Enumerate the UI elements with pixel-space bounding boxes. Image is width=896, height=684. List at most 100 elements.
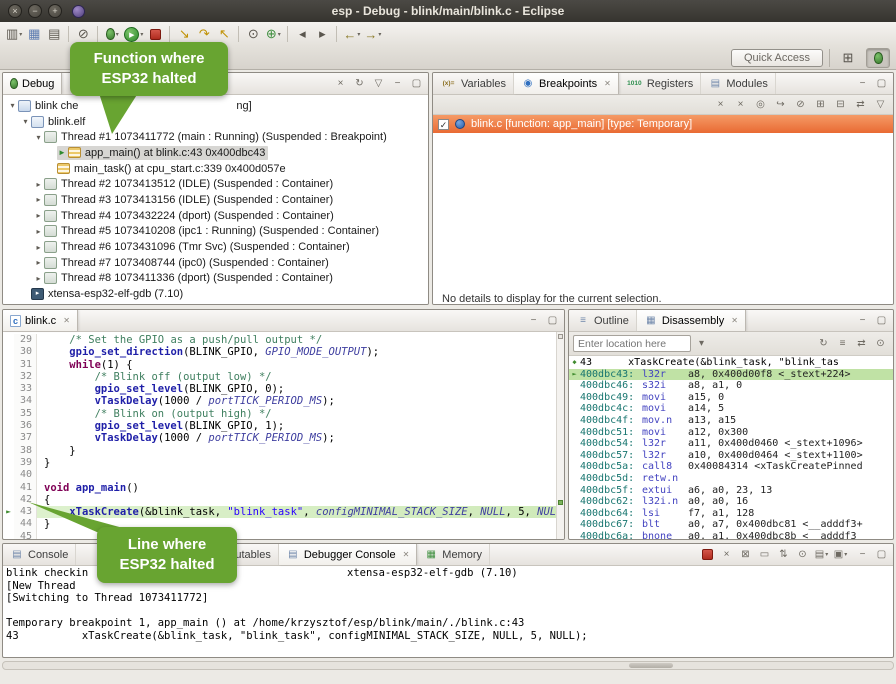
line-number[interactable]: 41 [14,482,37,494]
tab-close-icon[interactable]: ✕ [403,550,410,559]
disasm-line[interactable]: ►400dbc43:l32ra8, 0x400d00f8 <_stext+224… [569,369,893,381]
tab-disassembly[interactable]: ▦Disassembly✕ [637,310,746,331]
disasm-source-line[interactable]: ◆43 xTaskCreate(&blink_task, "blink_tas [569,357,893,369]
minimize-icon[interactable]: − [525,313,542,329]
overview-ruler[interactable] [556,332,564,539]
scrollbar-thumb[interactable] [629,663,673,668]
next-annotation-icon[interactable]: ▸ [312,24,332,44]
show-source-icon[interactable]: ≡ [834,336,851,352]
twisty-icon[interactable]: ▸ [33,180,44,189]
skip-breakpoints-icon[interactable]: ⊘ [73,24,93,44]
print-icon[interactable]: ▤ [44,24,64,44]
restart-icon[interactable]: ↻ [351,76,368,92]
maximize-icon[interactable]: ▢ [873,547,890,563]
minimize-icon[interactable]: − [854,76,871,92]
code-line[interactable]: 41void app_main() [3,482,556,494]
code-line[interactable]: 35 /* Blink on (output high) */ [3,408,556,420]
open-perspective-icon[interactable]: ⊞ [836,48,860,68]
step-into-icon[interactable]: ↘ [174,24,194,44]
minimize-icon[interactable]: − [854,547,871,563]
twisty-icon[interactable]: ▸ [33,195,44,204]
remove-terminated-icon[interactable]: × [332,76,349,92]
tab-variables[interactable]: (x)=Variables [433,73,514,94]
debug-tree-row[interactable]: ▸Thread #6 1073431096 (Tmr Svc) (Suspend… [3,239,428,255]
track-expression-icon[interactable]: ⊙ [872,336,889,352]
line-number[interactable]: 39 [14,457,37,469]
debug-tree-row[interactable]: ▸xtensa-esp32-elf-gdb (7.10) [3,286,428,302]
debug-tree-row[interactable]: ▸Thread #5 1073410208 (ipc1 : Running) (… [3,224,428,240]
disasm-line[interactable]: 400dbc46:s32ia8, a1, 0 [569,380,893,392]
code-line[interactable]: 29 /* Set the GPIO as a push/pull output… [3,334,556,346]
tab-debugger-console[interactable]: ▤Debugger Console✕ [279,544,417,565]
breakpoint-row[interactable]: ✓ blink.c [function: app_main] [type: Te… [433,115,893,133]
tab-outline[interactable]: ≡Outline [569,310,637,331]
code-line[interactable]: 34 vTaskDelay(1000 / portTICK_PERIOD_MS)… [3,395,556,407]
twisty-icon[interactable]: ▸ [33,258,44,267]
code-line[interactable]: 38 } [3,445,556,457]
debug-tree-row[interactable]: ▸Thread #4 1073432224 (dport) (Suspended… [3,208,428,224]
sync-selection-icon[interactable]: ⇄ [853,336,870,352]
maximize-icon[interactable]: ▢ [408,76,425,92]
remove-all-launches-icon[interactable]: ⊠ [737,547,754,563]
disasm-line[interactable]: 400dbc5d:retw.n [569,473,893,485]
disasm-line[interactable]: 400dbc67:blta0, a7, 0x400dbc81 <__adddf3… [569,519,893,531]
line-number[interactable]: 37 [14,432,37,444]
breakpoint-checkbox[interactable]: ✓ [438,119,449,130]
debug-tree-row[interactable]: main_task() at cpu_start.c:339 0x400d057… [3,161,428,177]
code-line[interactable]: 39} [3,457,556,469]
remove-breakpoint-icon[interactable]: × [712,97,729,113]
quick-access-button[interactable]: Quick Access [731,49,823,67]
debug-icon[interactable]: ▾ [102,24,122,44]
disasm-line[interactable]: 400dbc57:l32ra10, 0x400d0464 <_stext+110… [569,450,893,462]
code-line[interactable]: 37 vTaskDelay(1000 / portTICK_PERIOD_MS)… [3,432,556,444]
twisty-icon[interactable]: ▾ [7,101,18,110]
disasm-lines[interactable]: ◆43 xTaskCreate(&blink_task, "blink_tas►… [569,356,893,539]
line-number[interactable]: 40 [14,469,37,481]
line-number[interactable]: 35 [14,408,37,420]
disasm-line[interactable]: 400dbc4c:movia14, 5 [569,403,893,415]
minimize-icon[interactable]: − [854,313,871,329]
line-number[interactable]: 29 [14,334,37,346]
display-console-icon[interactable]: ▤▾ [813,547,830,563]
line-number[interactable]: 33 [14,383,37,395]
disasm-refresh-icon[interactable]: ↻ [815,336,832,352]
maximize-icon[interactable]: ▢ [873,76,890,92]
debug-tree-row[interactable]: ▸Thread #7 1073408744 (ipc0) (Suspended … [3,255,428,271]
debug-tree-row[interactable]: ▾blink cheng] [3,98,428,114]
open-console-icon[interactable]: ▣▾ [832,547,849,563]
line-number[interactable]: 36 [14,420,37,432]
disasm-line[interactable]: 400dbc54:l32ra11, 0x400d0460 <_stext+109… [569,438,893,450]
debug-tree-row[interactable]: ►app_main() at blink.c:43 0x400dbc43 [3,145,428,161]
code-line[interactable]: 33 gpio_set_level(BLINK_GPIO, 0); [3,383,556,395]
disasm-line[interactable]: 400dbc64:lsif7, a1, 128 [569,508,893,520]
current-line-marker[interactable] [558,500,563,505]
minimize-icon[interactable]: − [389,76,406,92]
back-icon[interactable]: ←▾ [341,24,362,44]
line-number[interactable]: 42 [14,494,37,506]
search-icon[interactable]: ⊙ [243,24,263,44]
clear-console-icon[interactable]: ▭ [756,547,773,563]
disasm-line[interactable]: 400dbc6a:bnonea0, a1, 0x400dbc8b <__addd… [569,531,893,539]
debug-tree-row[interactable]: ▾Thread #1 1073411772 (main : Running) (… [3,129,428,145]
tab-registers[interactable]: 1010Registers [619,73,701,94]
debug-tree-row[interactable]: ▸Thread #2 1073413512 (IDLE) (Suspended … [3,176,428,192]
debug-tree-row[interactable]: ▸Thread #8 1073411336 (dport) (Suspended… [3,271,428,287]
tab-debug[interactable]: Debug [3,73,62,94]
twisty-icon[interactable]: ▾ [20,117,31,126]
disasm-line[interactable]: 400dbc62:l32i.na0, a0, 16 [569,496,893,508]
collapse-all-icon[interactable]: ⊟ [832,97,849,113]
remove-launch-icon[interactable]: × [718,547,735,563]
tab-close-icon[interactable]: ✕ [63,316,70,325]
debug-view-menu-icon[interactable]: ▽ [370,76,387,92]
skip-all-icon[interactable]: ⊘ [792,97,809,113]
debug-perspective-button[interactable] [866,48,890,68]
link-with-debug-icon[interactable]: ⇄ [852,97,869,113]
code-line[interactable]: 30 gpio_set_direction(BLINK_GPIO, GPIO_M… [3,346,556,358]
code-line[interactable]: 31 while(1) { [3,359,556,371]
terminate-icon[interactable] [145,24,165,44]
code-line[interactable]: 42{ [3,494,556,506]
terminate-console-icon[interactable] [699,547,716,563]
code-line[interactable]: 44} [3,518,556,530]
tab-breakpoints[interactable]: ◉Breakpoints✕ [514,73,619,94]
prev-annotation-icon[interactable]: ◂ [292,24,312,44]
